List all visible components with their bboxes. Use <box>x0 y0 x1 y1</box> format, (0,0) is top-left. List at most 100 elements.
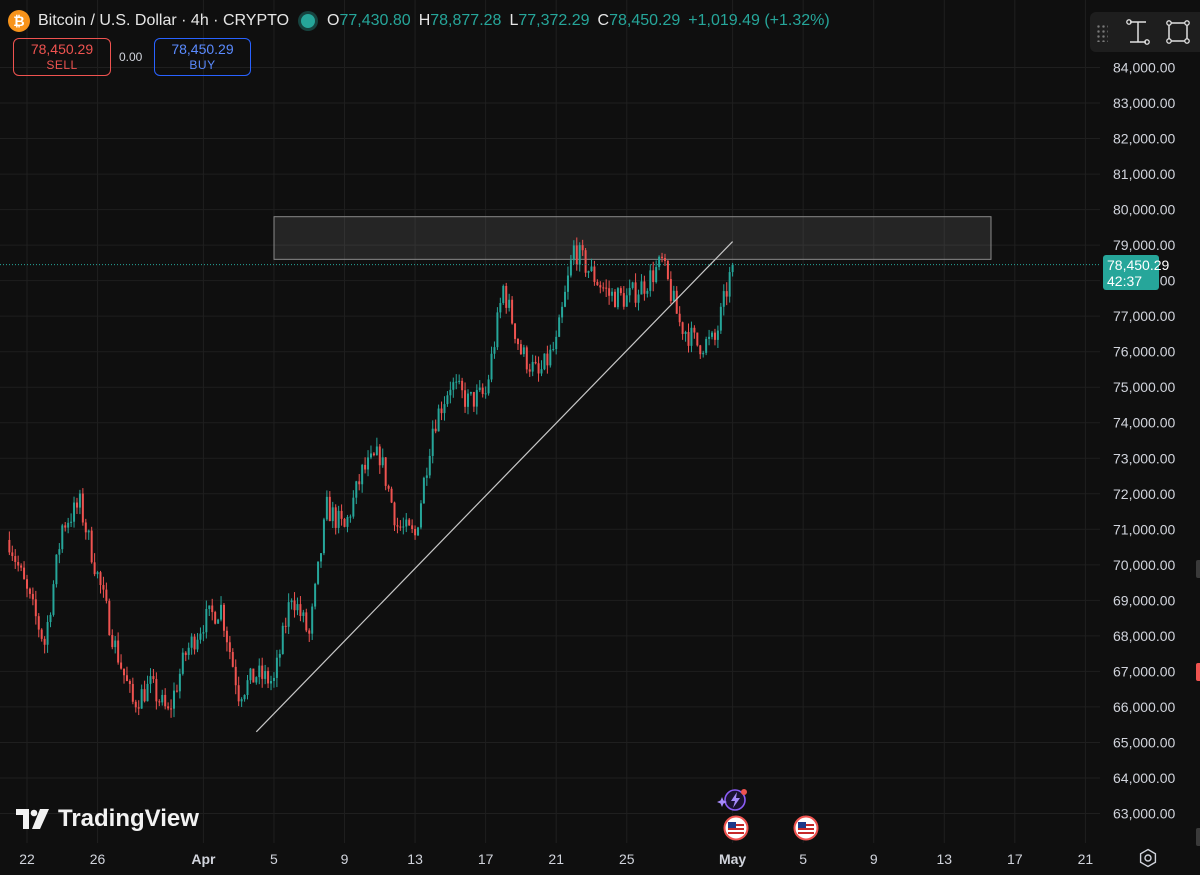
candle-body <box>70 521 73 523</box>
candle-body <box>611 291 614 296</box>
candle-body <box>211 605 214 613</box>
candle-body <box>472 392 475 407</box>
candle-body <box>193 636 196 650</box>
resistance-zone[interactable] <box>273 216 992 260</box>
candle-body <box>199 633 202 640</box>
candle-body <box>369 453 372 458</box>
candle-body <box>105 589 108 601</box>
candle-body <box>681 322 684 334</box>
close-value: 78,450.29 <box>609 12 681 29</box>
candle-body <box>20 565 23 568</box>
us-flag-icon[interactable] <box>793 815 819 841</box>
candle-body <box>196 639 199 650</box>
candle-body <box>508 299 511 308</box>
candle-body <box>158 701 161 703</box>
candle-body <box>719 306 722 331</box>
candle-body <box>140 689 143 709</box>
candle-body <box>552 349 555 351</box>
candle-body <box>514 323 517 339</box>
candle-body <box>272 677 275 682</box>
candle-body <box>290 600 293 603</box>
drag-handle-icon[interactable] <box>1096 24 1108 42</box>
candle-body <box>422 477 425 504</box>
candle-body <box>440 408 443 414</box>
candle-body <box>622 293 625 307</box>
high-value: 78,877.28 <box>430 12 502 29</box>
candle-body <box>296 604 299 611</box>
spread-value: 0.00 <box>119 50 143 64</box>
candle-body <box>722 291 725 307</box>
candle-body <box>325 496 328 520</box>
candle-body <box>649 270 652 291</box>
candle-body <box>555 336 558 350</box>
candle-body <box>261 665 264 679</box>
candle-body <box>372 453 375 456</box>
candle-body <box>14 556 17 562</box>
last-price-label: 78,450.29 42:37 <box>1103 255 1169 290</box>
symbol-header[interactable]: ₿ Bitcoin / U.S. Dollar · 4h · CRYPTO O7… <box>8 8 830 34</box>
candle-body <box>487 379 490 394</box>
logo-text: TradingView <box>58 805 199 832</box>
candle-body <box>614 291 616 308</box>
low-value: 77,372.29 <box>518 12 590 29</box>
fullscreen-icon[interactable] <box>1164 18 1192 46</box>
candle-body <box>205 608 208 633</box>
side-panel-handle[interactable] <box>1196 828 1200 846</box>
candle-body <box>146 683 149 702</box>
y-tick-label: 79,000.00 <box>1113 237 1175 253</box>
candle-body <box>149 676 152 684</box>
candle-body <box>243 694 246 700</box>
candle-body <box>361 464 364 485</box>
sell-button[interactable]: 78,450.29 SELL <box>13 38 111 76</box>
candle-body <box>484 393 487 395</box>
price-chart[interactable]: 84,000.00 83,000.00 82,000.00 81,000.00 80,0… <box>0 0 1200 875</box>
candle-body <box>428 455 431 476</box>
candle-body <box>305 612 308 631</box>
side-panel-handle[interactable] <box>1196 560 1200 578</box>
candle-body <box>658 256 661 268</box>
candle-body <box>728 272 731 297</box>
symbol-title[interactable]: Bitcoin / U.S. Dollar · 4h · CRYPTO <box>38 12 289 30</box>
y-tick-label: 82,000.00 <box>1113 131 1175 147</box>
tradingview-logo[interactable]: TradingView <box>16 805 199 833</box>
candle-body <box>17 561 20 566</box>
candle-body <box>405 519 408 527</box>
candle-body <box>170 708 173 710</box>
side-panel-handle[interactable] <box>1196 663 1200 681</box>
candle-body <box>299 604 302 616</box>
candle-body <box>461 380 464 391</box>
y-tick-label: 74,000.00 <box>1113 415 1175 431</box>
lightning-event-icon[interactable] <box>717 787 749 813</box>
candle-body <box>575 245 578 265</box>
candle-body <box>364 464 367 470</box>
y-tick-label: 68,000.00 <box>1113 628 1175 644</box>
candle-body <box>525 347 528 370</box>
cursor-text-icon[interactable] <box>1124 18 1152 46</box>
candle-body <box>437 408 440 432</box>
candle-body <box>334 507 337 528</box>
y-tick-label: 72,000.00 <box>1113 486 1175 502</box>
candle-body <box>237 685 240 702</box>
candle-body <box>320 553 322 562</box>
candle-body <box>220 604 223 620</box>
candle-body <box>396 525 399 527</box>
y-tick-label: 81,000.00 <box>1113 166 1175 182</box>
x-tick-label: 17 <box>1007 851 1023 867</box>
candle-body <box>446 395 449 405</box>
candle-body <box>293 600 296 611</box>
settings-gear-icon[interactable] <box>1138 848 1158 868</box>
candle-body <box>128 681 131 684</box>
market-status-icon[interactable] <box>301 14 316 28</box>
candle-body <box>490 353 493 380</box>
candle-body <box>663 257 666 261</box>
candle-body <box>502 285 505 304</box>
candle-body <box>381 457 384 466</box>
candle-body <box>58 549 61 555</box>
candle-body <box>640 281 643 295</box>
x-tick-label: 13 <box>407 851 423 867</box>
buy-button[interactable]: 78,450.29 BUY <box>154 38 251 76</box>
us-flag-icon[interactable] <box>723 815 749 841</box>
trendline[interactable] <box>255 241 734 733</box>
candle-body <box>161 694 164 703</box>
candle-body <box>278 653 281 658</box>
